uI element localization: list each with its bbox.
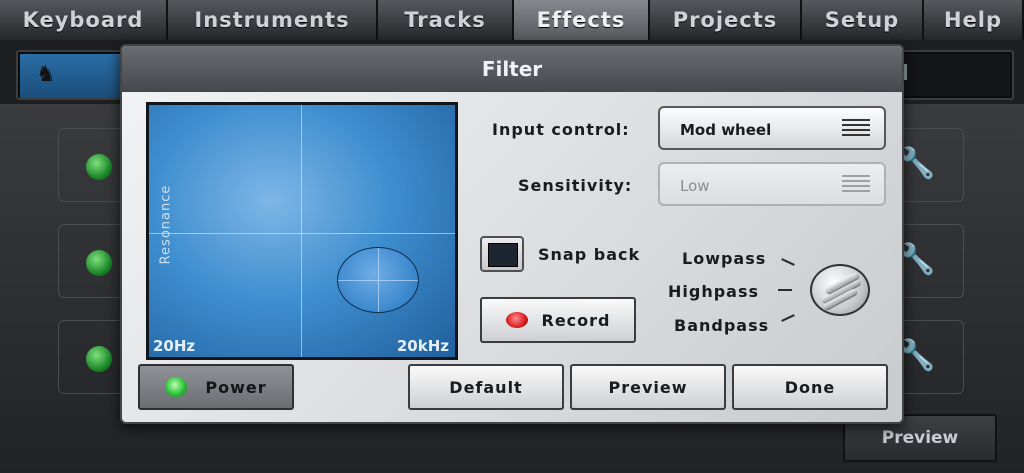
- dialog-title: Filter: [122, 46, 902, 92]
- snap-back-checkbox[interactable]: [480, 236, 524, 272]
- power-led-icon: [165, 377, 188, 397]
- sensitivity-label: Sensitivity:: [518, 176, 633, 195]
- pad-y-axis-label: Resonance: [158, 184, 174, 265]
- preview-button[interactable]: Preview: [570, 364, 726, 410]
- knob-tick-mark: [781, 314, 795, 322]
- puck-crosshair-v: [378, 248, 379, 312]
- snap-back-label: Snap back: [538, 245, 641, 264]
- filter-mode-highpass[interactable]: Highpass: [668, 282, 759, 301]
- filter-xy-pad[interactable]: Resonance 20Hz 20kHz: [146, 102, 458, 360]
- background-power-led-icon: [86, 250, 112, 276]
- input-control-label: Input control:: [492, 120, 630, 139]
- menu-lines-icon: [842, 175, 870, 195]
- filter-mode-bandpass[interactable]: Bandpass: [674, 316, 769, 335]
- pad-horizontal-gridline: [149, 233, 455, 234]
- sensitivity-value: Low: [680, 177, 710, 195]
- background-power-led-icon: [86, 154, 112, 180]
- input-control-value: Mod wheel: [680, 121, 772, 139]
- done-button[interactable]: Done: [732, 364, 888, 410]
- tab-tracks[interactable]: Tracks: [378, 0, 514, 40]
- wrench-icon[interactable]: 🔧: [898, 146, 938, 186]
- tab-effects[interactable]: Effects: [514, 0, 650, 40]
- tab-projects[interactable]: Projects: [650, 0, 802, 40]
- pad-x-max-label: 20kHz: [396, 337, 449, 355]
- sensitivity-select[interactable]: Low: [658, 162, 886, 206]
- tab-instruments[interactable]: Instruments: [168, 0, 378, 40]
- power-button[interactable]: Power: [138, 364, 294, 410]
- tab-help[interactable]: Help: [924, 0, 1024, 40]
- knob-tick-mark: [778, 289, 792, 291]
- tab-keyboard[interactable]: Keyboard: [0, 0, 168, 40]
- default-button[interactable]: Default: [408, 364, 564, 410]
- tab-setup[interactable]: Setup: [802, 0, 924, 40]
- pad-x-min-label: 20Hz: [153, 337, 196, 355]
- filter-mode-knob[interactable]: [810, 264, 870, 316]
- wrench-icon[interactable]: 🔧: [898, 338, 938, 378]
- background-power-led-icon: [86, 346, 112, 372]
- record-button[interactable]: Record: [480, 297, 636, 343]
- power-label: Power: [205, 377, 267, 397]
- checkbox-box: [488, 243, 518, 267]
- filter-mode-lowpass[interactable]: Lowpass: [682, 249, 766, 268]
- filter-dialog: Filter Resonance 20Hz 20kHz Input contro…: [120, 44, 904, 424]
- background-right-box: [900, 54, 1010, 96]
- main-tab-bar: Keyboard Instruments Tracks Effects Proj…: [0, 0, 1024, 40]
- pad-vertical-gridline: [301, 105, 302, 357]
- record-led-icon: [505, 312, 528, 328]
- record-label: Record: [541, 310, 611, 330]
- menu-lines-icon: [842, 119, 870, 139]
- knob-tick-mark: [781, 258, 795, 266]
- input-control-select[interactable]: Mod wheel: [658, 106, 886, 150]
- wrench-icon[interactable]: 🔧: [898, 242, 938, 282]
- piano-icon: ♞: [36, 62, 56, 87]
- pad-puck-handle[interactable]: [337, 247, 419, 313]
- background-instrument-thumbnail[interactable]: ♞: [20, 54, 120, 98]
